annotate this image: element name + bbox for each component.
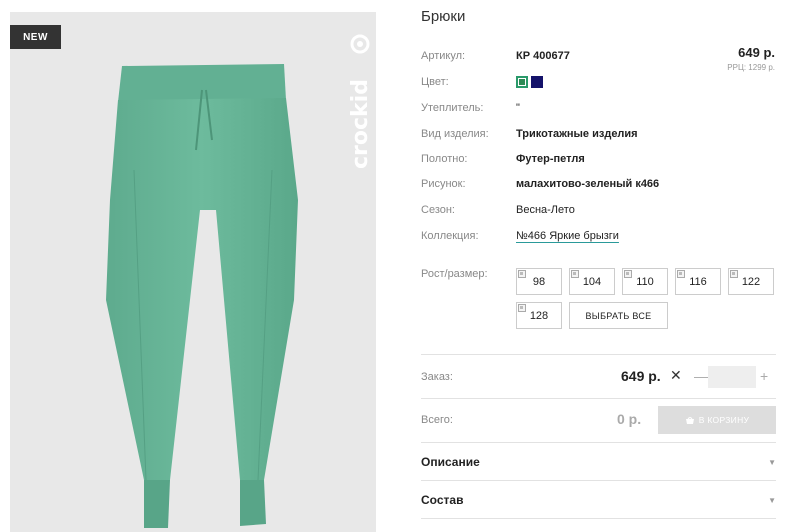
add-to-cart-label: В КОРЗИНУ [698, 415, 750, 425]
size-option[interactable]: 98 [516, 268, 562, 295]
total-value: 0 р. [617, 411, 642, 427]
product-title: Брюки [421, 8, 466, 25]
add-to-cart-button[interactable]: В КОРЗИНУ [658, 406, 776, 434]
svg-text:crockid: crockid [348, 79, 372, 169]
divider [421, 354, 776, 355]
color-swatch-green[interactable] [516, 76, 528, 88]
size-label: Рост/размер: [421, 268, 488, 280]
size-checkbox[interactable] [730, 270, 738, 278]
increase-button[interactable]: + [760, 368, 768, 384]
product-photo[interactable]: NEW crockid [10, 12, 376, 532]
insulation-value: " [516, 102, 520, 114]
collection-link[interactable]: №466 Яркие брызги [516, 230, 619, 242]
collection-row: Коллекция: №466 Яркие брызги [421, 228, 619, 244]
article-row: Артикул: КР 400677 [421, 48, 570, 64]
chevron-down-icon: ▼ [768, 495, 776, 505]
insulation-label: Утеплитель: [421, 102, 484, 114]
size-checkbox[interactable] [518, 270, 526, 278]
article-value: КР 400677 [516, 50, 570, 62]
size-option[interactable]: 110 [622, 268, 668, 295]
collection-label: Коллекция: [421, 230, 479, 242]
type-row: Вид изделия: Трикотажные изделия [421, 126, 638, 142]
composition-label: Состав [421, 493, 464, 507]
select-all-button[interactable]: ВЫБРАТЬ ВСЕ [569, 302, 668, 329]
order-label: Заказ: [421, 371, 453, 383]
pattern-value: малахитово-зеленый к466 [516, 178, 660, 190]
chevron-down-icon: ▼ [768, 457, 776, 467]
size-option[interactable]: 104 [569, 268, 615, 295]
divider [421, 442, 776, 443]
size-option[interactable]: 122 [728, 268, 774, 295]
article-label: Артикул: [421, 50, 466, 62]
pants-image [106, 64, 298, 528]
insulation-row: Утеплитель: " [421, 100, 520, 116]
divider [421, 518, 776, 519]
color-row: Цвет: [421, 74, 546, 90]
season-label: Сезон: [421, 204, 455, 216]
composition-accordion[interactable]: Состав ▼ [421, 490, 776, 510]
size-option[interactable]: 116 [675, 268, 721, 295]
pattern-row: Рисунок: малахитово-зеленый к466 [421, 176, 659, 192]
divider [421, 398, 776, 399]
season-value: Весна-Лето [516, 204, 575, 216]
recommended-price: РРЦ: 1299 р. [727, 63, 775, 72]
description-label: Описание [421, 455, 480, 469]
size-option[interactable]: 128 [516, 302, 562, 329]
description-accordion[interactable]: Описание ▼ [421, 452, 776, 472]
new-badge: NEW [10, 25, 61, 49]
color-label: Цвет: [421, 76, 449, 88]
times-icon: ✕ [670, 367, 682, 383]
size-checkbox[interactable] [571, 270, 579, 278]
size-checkbox[interactable] [518, 304, 526, 312]
season-row: Сезон: Весна-Лето [421, 202, 575, 218]
decrease-button[interactable]: — [694, 368, 708, 384]
cart-icon [685, 416, 694, 424]
divider [421, 480, 776, 481]
fabric-row: Полотно: Футер-петля [421, 151, 585, 167]
order-price: 649 р. [621, 368, 661, 384]
quantity-input[interactable] [708, 366, 756, 388]
size-checkbox[interactable] [677, 270, 685, 278]
product-price: 649 р. [738, 45, 775, 60]
type-label: Вид изделия: [421, 128, 489, 140]
type-value: Трикотажные изделия [516, 128, 638, 140]
color-swatch-navy[interactable] [531, 76, 543, 88]
pattern-label: Рисунок: [421, 178, 466, 190]
brand-logo: crockid [348, 34, 373, 174]
total-label: Всего: [421, 414, 453, 426]
fabric-value: Футер-петля [516, 153, 585, 165]
size-checkbox[interactable] [624, 270, 632, 278]
fabric-label: Полотно: [421, 153, 468, 165]
